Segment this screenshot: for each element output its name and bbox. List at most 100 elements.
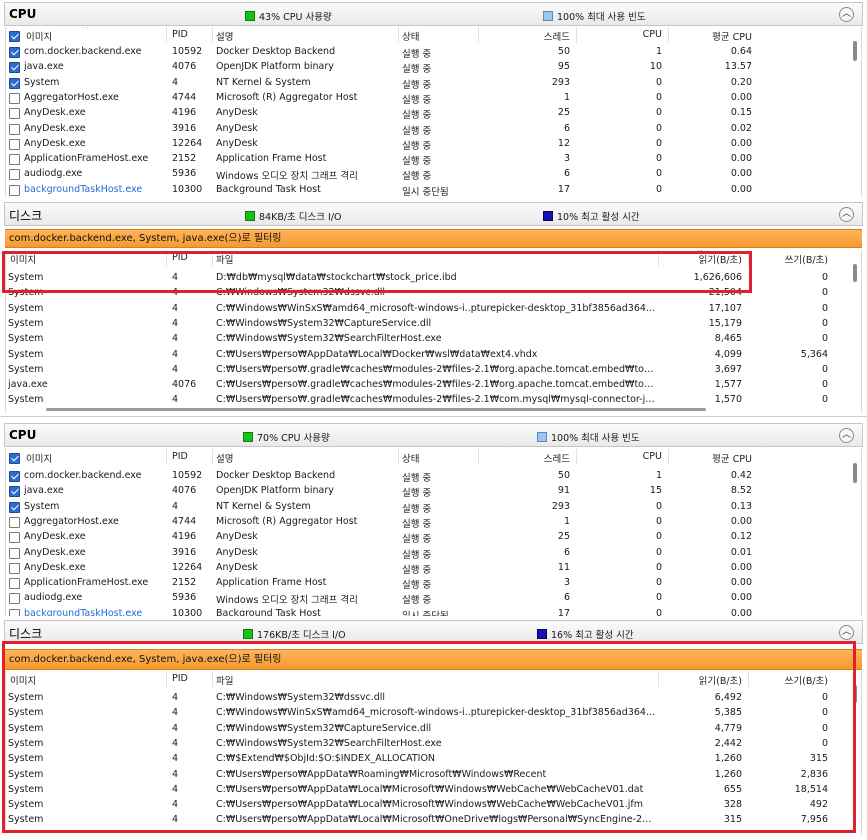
table-row[interactable]: AnyDesk.exe 4196 AnyDesk 실행 중 25 0 0.15 bbox=[6, 106, 849, 121]
col-image[interactable]: 이미지 bbox=[26, 451, 52, 465]
row-checkbox[interactable] bbox=[9, 138, 20, 150]
col-cpu[interactable]: CPU bbox=[576, 29, 662, 40]
col-pid[interactable]: PID bbox=[172, 451, 188, 462]
row-checkbox[interactable] bbox=[9, 62, 20, 74]
row-checkbox[interactable] bbox=[9, 516, 20, 528]
col-avg-cpu[interactable]: 평균 CPU bbox=[668, 29, 752, 43]
row-checkbox[interactable] bbox=[9, 184, 20, 196]
col-write[interactable]: 쓰기(B/초) bbox=[748, 252, 828, 266]
table-row[interactable]: ApplicationFrameHost.exe 2152 Application … bbox=[6, 152, 849, 167]
cpu-vertical-scrollbar[interactable] bbox=[849, 27, 861, 197]
table-row[interactable]: ApplicationFrameHost.exe 2152 Application … bbox=[6, 576, 849, 591]
select-all-checkbox[interactable] bbox=[9, 453, 20, 464]
table-row[interactable]: System 4 C:₩Users₩perso₩AppData₩Local₩Micr… bbox=[6, 783, 849, 798]
select-all-checkbox[interactable] bbox=[9, 31, 20, 42]
table-row[interactable]: audiodg.exe 5936 Windows 오디오 장치 그래프 격리 실행 중… bbox=[6, 167, 849, 182]
cpu-section-header[interactable]: CPU 43% CPU 사용량 100% 최대 사용 빈도 ︿ bbox=[4, 2, 863, 26]
row-checkbox[interactable] bbox=[9, 77, 20, 89]
row-checkbox[interactable] bbox=[9, 562, 20, 574]
table-row[interactable]: System 4 C:₩Windows₩System32₩dssvc.dll 6,49… bbox=[6, 691, 849, 706]
table-row[interactable]: System 4 C:₩Windows₩WinSxS₩amd64_microsoft… bbox=[6, 706, 849, 721]
row-checkbox[interactable] bbox=[9, 154, 20, 166]
table-row[interactable]: AnyDesk.exe 3916 AnyDesk 실행 중 6 0 0.01 bbox=[6, 546, 849, 561]
table-row[interactable]: System 4 C:₩Windows₩System32₩SearchFilterH… bbox=[6, 737, 849, 752]
row-checkbox[interactable] bbox=[9, 501, 20, 513]
table-row[interactable]: System 4 D:₩db₩mysql₩data₩stockchart₩stock… bbox=[6, 271, 849, 286]
disk-vertical-scrollbar[interactable] bbox=[849, 250, 861, 413]
disk-horizontal-scrollbar[interactable] bbox=[46, 408, 706, 411]
col-description[interactable]: 설명 bbox=[216, 29, 233, 43]
col-image[interactable]: 이미지 bbox=[10, 673, 36, 687]
table-row[interactable]: System 4 C:₩Windows₩WinSxS₩amd64_microsoft… bbox=[6, 302, 849, 317]
collapse-disk-icon[interactable]: ︿ bbox=[839, 207, 854, 222]
table-row[interactable]: System 4 NT Kernel & System 실행 중 293 0 0.13 bbox=[6, 500, 849, 515]
table-row[interactable]: AggregatorHost.exe 4744 Microsoft (R) Aggr… bbox=[6, 515, 849, 530]
table-row[interactable]: AnyDesk.exe 12264 AnyDesk 실행 중 12 0 0.00 bbox=[6, 137, 849, 152]
row-checkbox[interactable] bbox=[9, 471, 20, 482]
table-row[interactable]: System 4 C:₩Users₩perso₩AppData₩Roaming₩Mi… bbox=[6, 768, 849, 783]
table-row[interactable]: java.exe 4076 OpenJDK Platform binary 실행 중 9… bbox=[6, 484, 849, 499]
row-checkbox[interactable] bbox=[9, 169, 20, 181]
col-file[interactable]: 파일 bbox=[216, 673, 233, 687]
cpu-section-header[interactable]: CPU 70% CPU 사용량 100% 최대 사용 빈도 ︿ bbox=[4, 423, 863, 447]
row-checkbox[interactable] bbox=[9, 593, 20, 605]
col-threads[interactable]: 스레드 bbox=[478, 451, 570, 465]
table-row[interactable]: com.docker.backend.exe 10592 Docker Deskto… bbox=[6, 469, 849, 484]
collapse-cpu-icon[interactable]: ︿ bbox=[839, 7, 854, 22]
disk-section-header[interactable]: 디스크 176KB/초 디스크 I/O 16% 최고 활성 시간 ︿ bbox=[4, 620, 863, 644]
row-checkbox[interactable] bbox=[9, 547, 20, 559]
table-row[interactable]: java.exe 4076 C:₩Users₩perso₩.gradle₩cache… bbox=[6, 378, 849, 393]
table-row[interactable]: System 4 C:₩Windows₩System32₩SearchFilterH… bbox=[6, 332, 849, 347]
col-image[interactable]: 이미지 bbox=[26, 29, 52, 43]
table-row[interactable]: AnyDesk.exe 4196 AnyDesk 실행 중 25 0 0.12 bbox=[6, 530, 849, 545]
table-row[interactable]: System 4 C:₩Users₩perso₩.gradle₩caches₩mod… bbox=[6, 393, 849, 408]
col-threads[interactable]: 스레드 bbox=[478, 29, 570, 43]
col-cpu[interactable]: CPU bbox=[576, 451, 662, 462]
table-row[interactable]: System 4 C:₩$Extend₩$ObjId:$O:$INDEX_ALLOC… bbox=[6, 752, 849, 767]
table-row[interactable]: System 4 NT Kernel & System 실행 중 293 0 0.20 bbox=[6, 76, 849, 91]
table-row[interactable]: AnyDesk.exe 3916 AnyDesk 실행 중 6 0 0.02 bbox=[6, 122, 849, 137]
table-row[interactable]: backgroundTaskHost.exe 10300 Background Ta… bbox=[6, 607, 849, 616]
cpu-vertical-scrollbar[interactable] bbox=[849, 449, 861, 616]
table-row[interactable]: System 4 C:₩Users₩perso₩AppData₩Local₩Micr… bbox=[6, 813, 849, 828]
table-row[interactable]: audiodg.exe 5936 Windows 오디오 장치 그래프 격리 실행 중… bbox=[6, 591, 849, 606]
cell-read: 328 bbox=[723, 799, 742, 811]
col-read[interactable]: 읽기(B/초) bbox=[658, 673, 742, 687]
row-checkbox[interactable] bbox=[9, 486, 20, 498]
col-pid[interactable]: PID bbox=[172, 29, 188, 40]
col-description[interactable]: 설명 bbox=[216, 451, 233, 465]
col-avg-cpu[interactable]: 평균 CPU bbox=[668, 451, 752, 465]
col-pid[interactable]: PID bbox=[172, 252, 188, 263]
row-checkbox[interactable] bbox=[9, 532, 20, 544]
row-checkbox[interactable] bbox=[9, 578, 20, 590]
table-row[interactable]: AnyDesk.exe 12264 AnyDesk 실행 중 11 0 0.00 bbox=[6, 561, 849, 576]
col-status[interactable]: 상태 bbox=[402, 451, 419, 465]
disk-filter-bar[interactable]: com.docker.backend.exe, System, java.exe… bbox=[5, 229, 862, 248]
row-checkbox[interactable] bbox=[9, 47, 20, 58]
collapse-disk-icon[interactable]: ︿ bbox=[839, 625, 854, 640]
table-row[interactable]: AggregatorHost.exe 4744 Microsoft (R) Aggr… bbox=[6, 91, 849, 106]
disk-vertical-scrollbar[interactable] bbox=[849, 671, 861, 835]
table-row[interactable]: System 4 C:₩Windows₩System32₩CaptureServic… bbox=[6, 317, 849, 332]
disk-filter-bar[interactable]: com.docker.backend.exe, System, java.exe… bbox=[5, 649, 862, 670]
table-row[interactable]: System 4 C:₩Windows₩System32₩CaptureServic… bbox=[6, 722, 849, 737]
row-checkbox[interactable] bbox=[9, 123, 20, 135]
table-row[interactable]: System 4 C:₩Users₩perso₩.gradle₩caches₩mod… bbox=[6, 363, 849, 378]
row-checkbox[interactable] bbox=[9, 92, 20, 104]
collapse-cpu-icon[interactable]: ︿ bbox=[839, 428, 854, 443]
col-write[interactable]: 쓰기(B/초) bbox=[748, 673, 828, 687]
table-row[interactable]: System 4 C:₩Users₩perso₩AppData₩Local₩Dock… bbox=[6, 348, 849, 363]
table-row[interactable]: System 4 C:₩Users₩perso₩AppData₩Local₩Micr… bbox=[6, 798, 849, 813]
col-image[interactable]: 이미지 bbox=[10, 252, 36, 266]
col-pid[interactable]: PID bbox=[172, 673, 188, 684]
table-row[interactable]: com.docker.backend.exe 10592 Docker Deskto… bbox=[6, 45, 849, 60]
table-row[interactable]: backgroundTaskHost.exe 10300 Background Ta… bbox=[6, 183, 849, 197]
row-checkbox[interactable] bbox=[9, 108, 20, 120]
disk-section-header[interactable]: 디스크 84KB/초 디스크 I/O 10% 최고 활성 시간 ︿ bbox=[4, 202, 863, 226]
table-row[interactable]: java.exe 4076 OpenJDK Platform binary 실행 중 9… bbox=[6, 60, 849, 75]
col-file[interactable]: 파일 bbox=[216, 252, 233, 266]
col-read[interactable]: 읽기(B/초) bbox=[658, 252, 742, 266]
table-row[interactable]: System 4 C:₩Windows₩System32₩dssvc.dll 21,5… bbox=[6, 286, 849, 301]
row-checkbox[interactable] bbox=[9, 608, 20, 616]
col-status[interactable]: 상태 bbox=[402, 29, 419, 43]
